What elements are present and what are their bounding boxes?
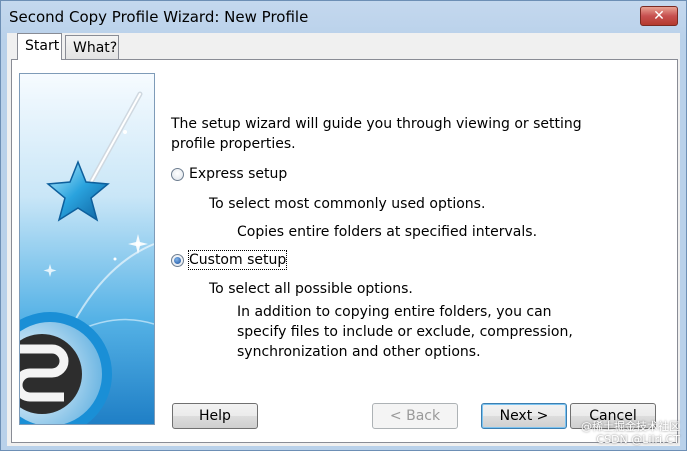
tab-what[interactable]: What? xyxy=(65,35,119,59)
intro-line-1: The setup wizard will guide you through … xyxy=(171,116,582,132)
tab-start-label: Start xyxy=(25,38,60,54)
title-bar[interactable]: Second Copy Profile Wizard: New Profile … xyxy=(1,1,686,33)
custom-setup-detail-line-1: In addition to copying entire folders, y… xyxy=(237,304,552,320)
intro-line-2: profile properties. xyxy=(171,136,296,152)
dialog-client: Start What? The setup wizard will guide … xyxy=(7,33,680,446)
custom-setup-detail-line-2: specify files to include or exclude, com… xyxy=(237,324,573,340)
watermark: @稀土掘金技术社区 CSDN @Lilri.CT xyxy=(581,420,680,446)
close-icon: ✕ xyxy=(653,8,665,24)
back-button[interactable]: < Back xyxy=(372,403,458,429)
custom-setup-radio[interactable] xyxy=(171,254,184,267)
tab-start[interactable]: Start xyxy=(17,33,62,60)
close-button[interactable]: ✕ xyxy=(640,6,678,26)
express-setup-description: To select most commonly used options. xyxy=(209,196,486,212)
radio-selected-dot xyxy=(174,257,181,264)
window-title: Second Copy Profile Wizard: New Profile xyxy=(9,8,309,26)
custom-setup-label[interactable]: Custom setup xyxy=(187,250,288,270)
watermark-line-2: CSDN @Lilri.CT xyxy=(596,433,680,446)
custom-setup-detail-line-3: synchronization and other options. xyxy=(237,344,481,360)
next-button[interactable]: Next > xyxy=(481,403,567,429)
wizard-banner-image xyxy=(19,73,155,425)
custom-setup-description: To select all possible options. xyxy=(209,281,413,297)
express-setup-label[interactable]: Express setup xyxy=(189,165,287,183)
watermark-line-1: @稀土掘金技术社区 xyxy=(581,420,680,433)
express-setup-detail: Copies entire folders at specified inter… xyxy=(237,224,538,240)
tab-panel: The setup wizard will guide you through … xyxy=(11,59,678,443)
help-button[interactable]: Help xyxy=(172,403,258,429)
tab-what-label: What? xyxy=(73,40,118,56)
express-setup-radio[interactable] xyxy=(171,168,184,181)
magic-wand-icon xyxy=(20,74,154,424)
wizard-window: Second Copy Profile Wizard: New Profile … xyxy=(0,0,687,451)
